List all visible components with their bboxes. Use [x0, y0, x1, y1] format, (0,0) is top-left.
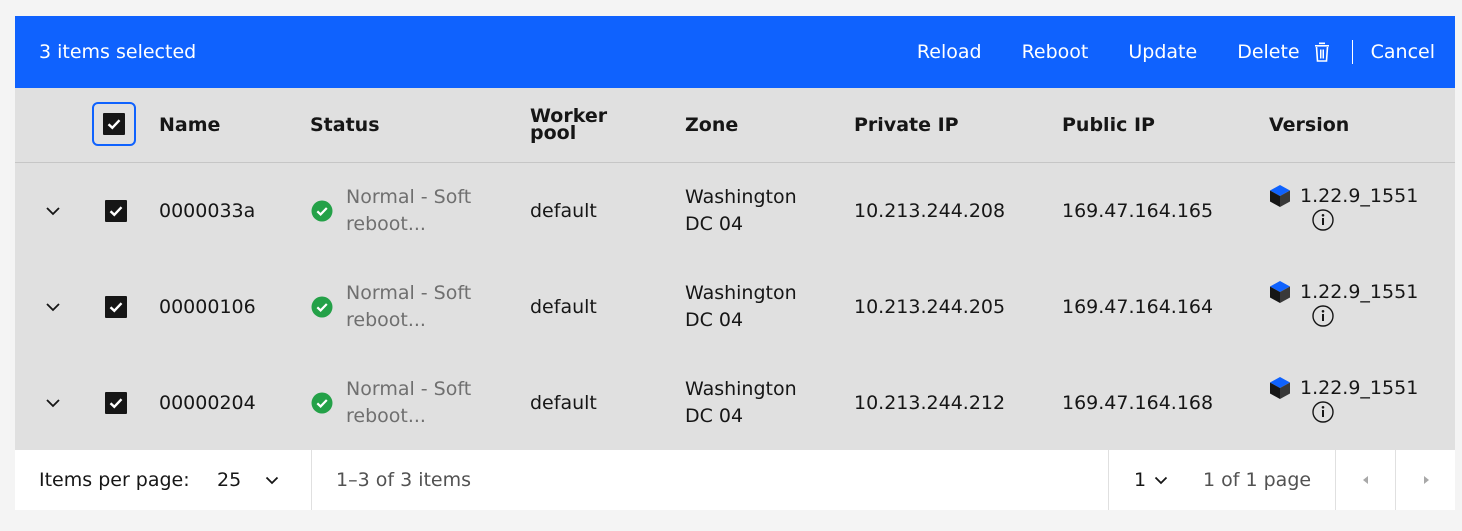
reload-button[interactable]: Reload [897, 16, 1002, 88]
cell-worker-pool: default [530, 296, 597, 318]
cell-zone: Washington DC 04 [685, 186, 797, 235]
chevron-down-icon [1154, 476, 1168, 485]
items-per-page-label: Items per page: [39, 469, 190, 491]
cell-name: 00000106 [159, 296, 256, 318]
cell-version: 1.22.9_1551 [1300, 185, 1419, 207]
divider [1108, 450, 1109, 510]
pagination-bar: Items per page: 25 1–3 of 3 items 1 1 of… [15, 450, 1455, 510]
batch-actions: Reload Reboot Update Delete Cancel [897, 16, 1455, 88]
cell-status: Normal - Soft reboot... [346, 282, 472, 331]
cell-worker-pool: default [530, 200, 597, 222]
kubernetes-version-icon [1270, 185, 1290, 207]
select-all-checkbox[interactable] [92, 102, 136, 146]
delete-label: Delete [1237, 41, 1300, 63]
cell-public-ip: 169.47.164.168 [1062, 392, 1214, 414]
kubernetes-version-icon [1270, 377, 1290, 399]
row-checkbox[interactable] [105, 392, 127, 414]
checkmark-filled-icon [311, 392, 333, 414]
kubernetes-version-icon [1270, 281, 1290, 303]
chevron-down-icon[interactable] [41, 199, 65, 223]
page-select[interactable]: 1 [1134, 450, 1182, 510]
batch-action-bar: 3 items selected Reload Reboot Update De… [15, 16, 1455, 88]
batch-divider [1351, 40, 1353, 64]
item-range-text: 1–3 of 3 items [336, 469, 472, 491]
cell-name: 0000033a [159, 200, 256, 222]
previous-page-button[interactable] [1336, 450, 1395, 510]
update-button[interactable]: Update [1108, 16, 1217, 88]
worker-nodes-table-container: 3 items selected Reload Reboot Update De… [15, 16, 1455, 510]
chevron-down-icon[interactable] [41, 391, 65, 415]
row-checkbox[interactable] [105, 200, 127, 222]
page-total-text: 1 of 1 page [1203, 469, 1312, 491]
column-header-worker-pool[interactable]: Worker pool [530, 88, 607, 162]
update-label: Update [1128, 41, 1198, 63]
information-icon[interactable] [1312, 401, 1334, 423]
selected-count: 3 items selected [39, 41, 197, 63]
cell-version: 1.22.9_1551 [1300, 281, 1419, 303]
cell-version: 1.22.9_1551 [1300, 377, 1419, 399]
table-row[interactable]: 00000204 Normal - Soft reboot... default… [15, 355, 1455, 451]
reboot-label: Reboot [1021, 41, 1089, 63]
chevron-down-icon [266, 476, 279, 485]
column-header-version[interactable]: Version [1269, 88, 1349, 162]
checkbox-checked [103, 113, 125, 135]
next-page-button[interactable] [1396, 450, 1455, 510]
cell-public-ip: 169.47.164.165 [1062, 200, 1214, 222]
information-icon[interactable] [1312, 305, 1334, 327]
information-icon[interactable] [1312, 209, 1334, 231]
trash-icon [1314, 42, 1330, 62]
cell-private-ip: 10.213.244.212 [854, 392, 1006, 414]
column-header-status[interactable]: Status [310, 88, 380, 162]
cell-public-ip: 169.47.164.164 [1062, 296, 1214, 318]
data-table: Name Status Worker pool Zone Private IP … [15, 88, 1455, 450]
checkmark-icon [109, 398, 123, 409]
checkmark-icon [109, 302, 123, 313]
caret-left-icon [1362, 476, 1368, 484]
cell-worker-pool: default [530, 392, 597, 414]
cell-status: Normal - Soft reboot... [346, 186, 472, 235]
cell-zone: Washington DC 04 [685, 282, 797, 331]
table-row[interactable]: 0000033a Normal - Soft reboot... default… [15, 163, 1455, 259]
checkmark-icon [109, 206, 123, 217]
delete-button[interactable]: Delete [1217, 16, 1349, 88]
divider [311, 450, 312, 510]
cell-private-ip: 10.213.244.205 [854, 296, 1006, 318]
checkmark-icon [107, 119, 121, 130]
cancel-label: Cancel [1370, 41, 1435, 63]
caret-right-icon [1423, 476, 1429, 484]
chevron-down-icon[interactable] [41, 295, 65, 319]
column-header-name[interactable]: Name [159, 88, 220, 162]
reload-label: Reload [916, 41, 982, 63]
checkmark-filled-icon [311, 296, 333, 318]
checkmark-filled-icon [311, 200, 333, 222]
cell-zone: Washington DC 04 [685, 378, 797, 427]
cell-name: 00000204 [159, 392, 256, 414]
table-header: Name Status Worker pool Zone Private IP … [15, 88, 1455, 163]
cell-private-ip: 10.213.244.208 [854, 200, 1006, 222]
column-header-zone[interactable]: Zone [685, 88, 738, 162]
cancel-button[interactable]: Cancel [1355, 16, 1455, 88]
row-checkbox[interactable] [105, 296, 127, 318]
reboot-button[interactable]: Reboot [1002, 16, 1109, 88]
items-per-page-select[interactable]: 25 [217, 450, 297, 510]
cell-status: Normal - Soft reboot... [346, 378, 472, 427]
column-header-private-ip[interactable]: Private IP [854, 88, 959, 162]
table-row[interactable]: 00000106 Normal - Soft reboot... default… [15, 259, 1455, 355]
column-header-public-ip[interactable]: Public IP [1062, 88, 1155, 162]
